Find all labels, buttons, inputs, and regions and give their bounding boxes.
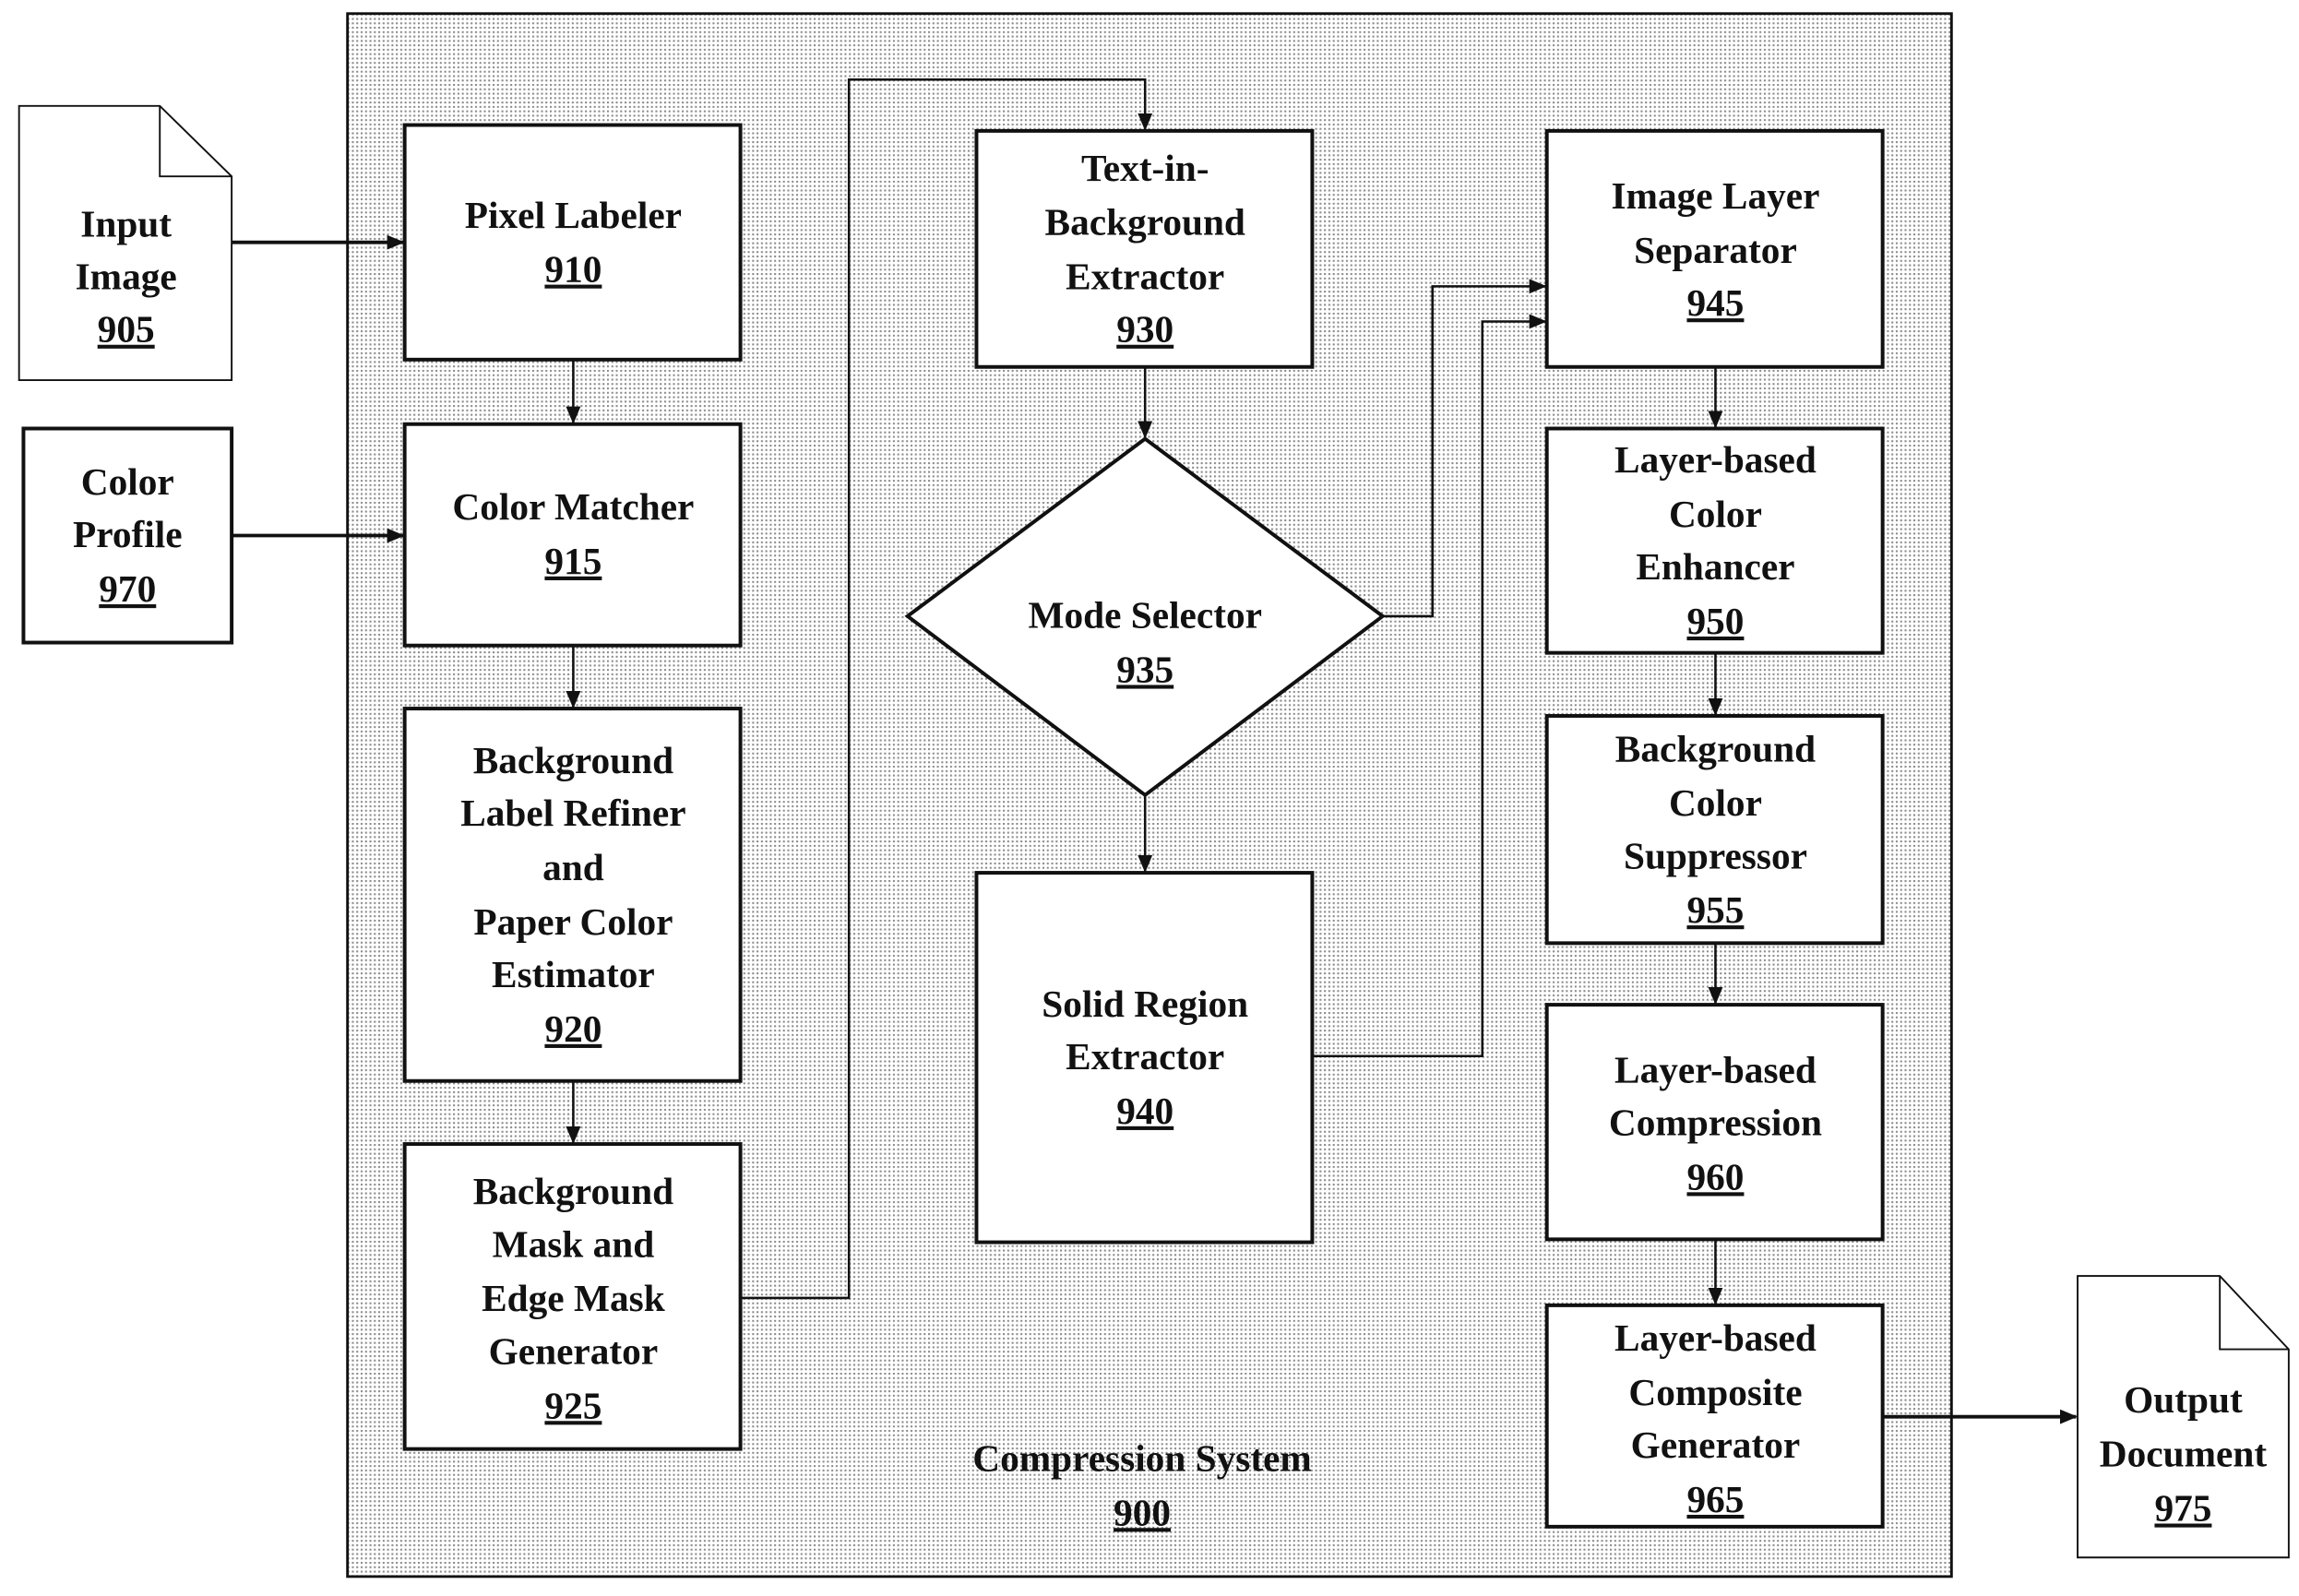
reference-number: 965	[1686, 1478, 1744, 1520]
label-line: Background	[473, 1170, 673, 1212]
system-title: Compression System	[972, 1436, 1312, 1479]
color-matcher-915: Color Matcher 915	[402, 422, 743, 648]
label-line: Background	[1045, 201, 1245, 244]
image-layer-separator-945: Image Layer Separator 945	[1544, 128, 1885, 369]
label-line: and	[542, 846, 604, 888]
reference-number: 915	[544, 540, 602, 582]
background-mask-generator-925: Background Mask and Edge Mask Generator 925	[402, 1142, 743, 1451]
label-line: Mask and	[493, 1222, 655, 1265]
reference-number: 910	[544, 248, 602, 291]
label-line: Image	[76, 256, 177, 298]
label-line: Profile	[73, 513, 183, 555]
label-line: Background	[1615, 727, 1816, 769]
label-line: Layer-based	[1614, 1048, 1817, 1090]
label-line: Layer-based	[1614, 438, 1817, 481]
label-line: Edge Mask	[482, 1277, 665, 1319]
reference-number: 960	[1686, 1155, 1744, 1197]
reference-number: 945	[1686, 281, 1744, 324]
reference-number: 920	[544, 1007, 602, 1050]
input-image-905: Input Image 905	[18, 104, 233, 382]
output-document-975: Output Document 975	[2077, 1275, 2290, 1559]
label-line: Text-in-	[1081, 147, 1209, 189]
background-color-suppressor-955: Background Color Suppressor 955	[1544, 714, 1885, 946]
label-line: Compression	[1609, 1102, 1822, 1144]
label-line: Document	[2100, 1433, 2268, 1475]
label-line: Mode Selector	[1028, 594, 1262, 637]
label-line: Estimator	[492, 953, 655, 995]
layer-based-color-enhancer-950: Layer-based Color Enhancer 950	[1544, 426, 1885, 655]
label-line: Background	[473, 739, 673, 781]
label-line: Extractor	[1066, 256, 1224, 298]
label-line: Color	[1669, 781, 1762, 824]
reference-number: 900	[1114, 1491, 1171, 1533]
reference-number: 905	[98, 308, 155, 351]
label-line: Output	[2124, 1378, 2243, 1421]
color-profile-970: Color Profile 970	[21, 426, 234, 645]
layer-based-composite-generator-965: Layer-based Composite Generator 965	[1544, 1303, 1885, 1529]
reference-number: 950	[1686, 600, 1744, 642]
label-line: Solid Region	[1042, 983, 1248, 1025]
reference-number: 925	[544, 1384, 602, 1426]
reference-number: 970	[99, 567, 156, 610]
label-line: Enhancer	[1636, 545, 1794, 588]
label-line: Label Refiner	[460, 792, 685, 834]
label-line: Separator	[1634, 229, 1797, 271]
background-label-refiner-920: Background Label Refiner and Paper Color Est…	[402, 707, 743, 1083]
label-line: Layer-based	[1614, 1316, 1817, 1359]
label-line: Color	[81, 460, 174, 503]
label-line: Color Matcher	[452, 485, 694, 528]
compression-system-diagram: Input Image 905 Color Profile 970 Output Docu…	[18, 12, 2290, 1578]
label-line: Paper Color	[473, 900, 673, 943]
reference-number: 940	[1116, 1090, 1173, 1132]
reference-number: 955	[1686, 888, 1744, 931]
solid-region-extractor-940: Solid Region Extractor 940	[974, 871, 1315, 1245]
text-in-background-extractor-930: Text-in- Background Extractor 930	[974, 128, 1315, 369]
pixel-labeler-910: Pixel Labeler 910	[402, 123, 743, 362]
label-line: Generator	[489, 1329, 659, 1372]
reference-number: 930	[1116, 308, 1173, 351]
label-line: Generator	[1631, 1423, 1801, 1466]
label-line: Composite	[1628, 1371, 1802, 1413]
label-line: Input	[80, 202, 172, 244]
label-line: Pixel Labeler	[465, 194, 682, 236]
label-line: Suppressor	[1624, 834, 1807, 876]
layer-based-compression-960: Layer-based Compression 960	[1544, 1003, 1885, 1242]
reference-number: 975	[2154, 1487, 2211, 1530]
label-line: Image Layer	[1611, 174, 1819, 217]
label-line: Extractor	[1066, 1035, 1224, 1078]
label-line: Color	[1669, 493, 1762, 535]
reference-number: 935	[1116, 648, 1173, 690]
